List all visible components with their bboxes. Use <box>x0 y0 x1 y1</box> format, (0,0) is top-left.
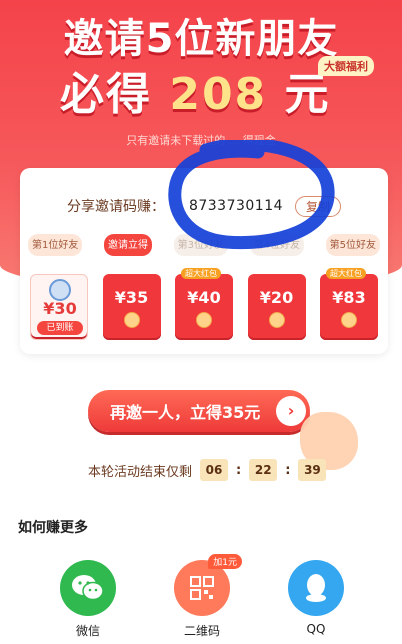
step-5: 第5位好友 <box>325 234 380 256</box>
envelope-amount: ¥40 <box>187 288 221 307</box>
envelope-amount: ¥20 <box>259 288 294 307</box>
step-3: 第3位好友 <box>173 234 228 256</box>
wechat-icon <box>60 560 116 616</box>
share-qq[interactable]: QQ <box>286 560 346 636</box>
arrow-right-icon: › <box>276 396 306 426</box>
hero-subtitle: 只有邀请未下载过的 ... 得现金 <box>126 134 276 147</box>
envelope-seal-icon <box>341 312 357 328</box>
qq-icon <box>288 560 344 616</box>
colon: : <box>236 462 242 478</box>
invite-code-row: 分享邀请码赚： 8733730114 复制 <box>20 194 388 218</box>
red-envelope-3[interactable]: 超大红包 ¥40 <box>175 268 233 340</box>
invite-again-button[interactable]: 再邀一人，立得35元 › <box>88 390 310 432</box>
countdown-hours: 06 <box>200 459 229 481</box>
countdown-minutes: 22 <box>249 459 278 481</box>
share-qrcode[interactable]: 加1元 二维码 <box>172 554 242 639</box>
invite-code-value: 8733730114 <box>188 198 284 214</box>
share-wechat[interactable]: 微信 <box>58 560 118 639</box>
red-envelope-2[interactable]: ¥35 <box>102 274 161 340</box>
share-qq-label: QQ <box>306 622 326 636</box>
countdown-row: 本轮活动结束仅剩 06 : 22 : 39 <box>88 459 327 481</box>
countdown-seconds: 39 <box>298 459 327 481</box>
avatar <box>49 279 71 301</box>
red-envelope-1[interactable]: ¥30 已到账 <box>30 274 88 340</box>
qrcode-bonus-badge: 加1元 <box>208 554 242 569</box>
envelope-seal-icon <box>268 312 285 328</box>
qrcode-icon: 加1元 <box>174 554 242 616</box>
red-envelope-row: ¥30 已到账 ¥35 超大红包 ¥40 ¥20 超大红包 ¥83 <box>30 268 378 340</box>
share-wechat-label: 微信 <box>75 624 100 638</box>
invite-code-label: 分享邀请码赚： <box>66 199 165 215</box>
envelope-seal-icon <box>196 312 212 328</box>
invite-again-label: 再邀一人，立得35元 <box>110 403 261 422</box>
envelope-tag: 超大红包 <box>181 268 221 279</box>
friend-steps: 第1位好友 邀请立得 第3位好友 第4位好友 第5位好友 <box>28 234 380 256</box>
red-envelope-5[interactable]: 超大红包 ¥83 <box>320 268 378 340</box>
step-4: 第4位好友 <box>249 234 304 256</box>
earn-more-title: 如何赚更多 <box>18 520 88 536</box>
envelope-amount: ¥30 <box>43 299 77 318</box>
share-qrcode-label: 二维码 <box>183 624 220 638</box>
envelope-status: 已到账 <box>37 321 83 335</box>
envelope-seal-icon <box>123 312 140 328</box>
hero-title-line2: 必得 208 元 <box>60 58 331 122</box>
invite-card: 分享邀请码赚： 8733730114 复制 第1位好友 邀请立得 第3位好友 第… <box>20 168 388 354</box>
copy-button[interactable]: 复制 <box>295 195 342 217</box>
countdown-label: 本轮活动结束仅剩 <box>88 464 193 480</box>
hero-title-amount: 208 <box>169 69 268 120</box>
step-2: 邀请立得 <box>104 234 152 256</box>
hero-title-prefix: 必得 <box>60 69 152 120</box>
step-1: 第1位好友 <box>28 234 83 256</box>
envelope-tag: 超大红包 <box>326 268 366 279</box>
hero-title-suffix: 元 <box>284 69 331 120</box>
envelope-amount: ¥35 <box>114 288 149 307</box>
bonus-badge: 大额福利 <box>318 56 374 76</box>
red-envelope-4[interactable]: ¥20 <box>247 274 306 340</box>
colon: : <box>285 462 291 478</box>
envelope-amount: ¥83 <box>332 288 366 307</box>
